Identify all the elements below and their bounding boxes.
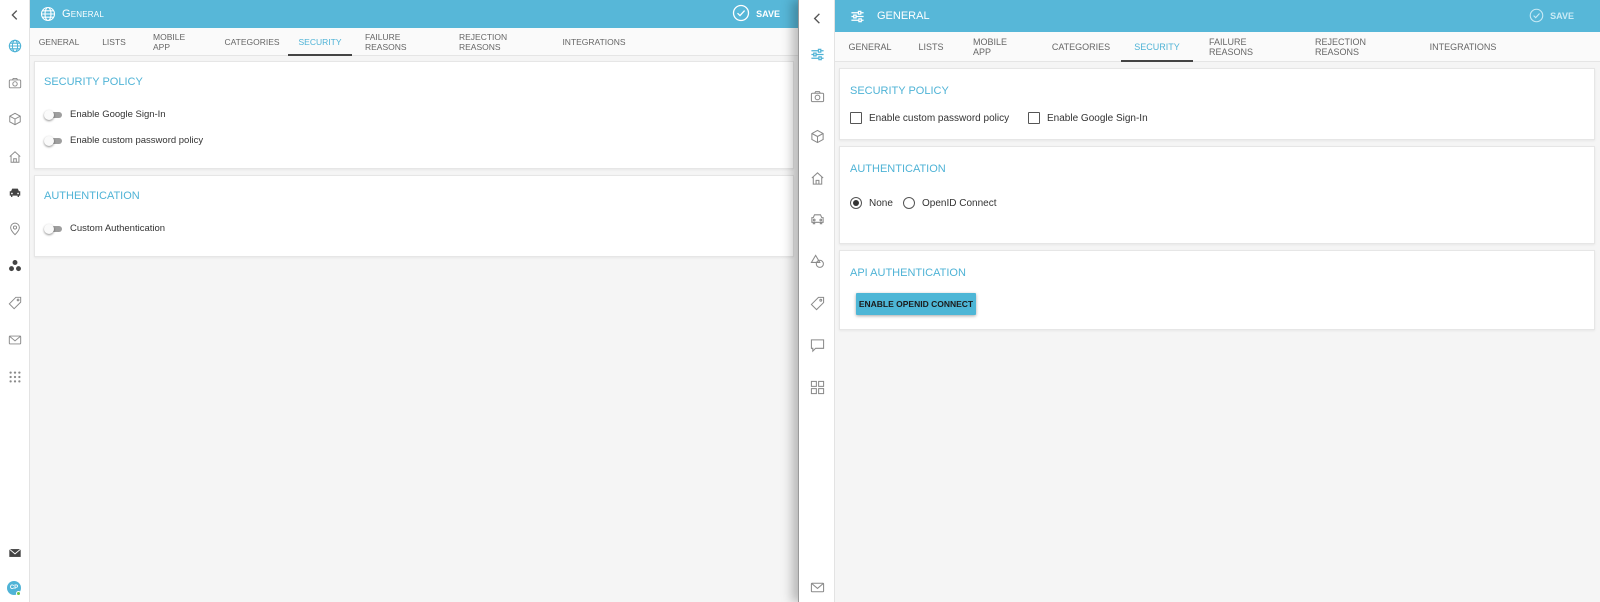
custom-password-label: Enable custom password policy — [70, 135, 204, 146]
tab-rejection-reasons[interactable]: Rejection Reasons — [446, 28, 552, 55]
tag-icon[interactable] — [0, 288, 30, 318]
custom-password-toggle-row[interactable]: Enable custom password policy — [44, 135, 203, 146]
globe-icon — [34, 6, 62, 22]
check-circle-icon — [732, 4, 750, 24]
auth-none-radio[interactable] — [850, 197, 862, 209]
custom-password-checkbox[interactable] — [850, 112, 862, 124]
home-icon[interactable] — [0, 142, 30, 172]
google-sign-in-label: Enable Google Sign-In — [70, 109, 166, 120]
auth-openid-radio-row[interactable]: OpenID Connect — [903, 197, 997, 209]
tab-rejection-reasons[interactable]: Rejection Reasons — [1299, 32, 1417, 61]
page-title: GENERAL — [877, 10, 930, 22]
left-sidebar: CP — [0, 0, 30, 602]
sliders-icon[interactable] — [799, 36, 835, 72]
custom-password-toggle[interactable] — [44, 135, 62, 146]
security-policy-title: Security Policy — [850, 85, 949, 97]
tab-security[interactable]: Security — [288, 28, 352, 56]
page-title: General — [62, 8, 104, 20]
back-chevron-icon[interactable] — [0, 0, 30, 30]
camera-icon[interactable] — [0, 68, 30, 98]
authentication-card: Authentication None OpenID Connect — [839, 146, 1595, 244]
custom-authentication-toggle[interactable] — [44, 223, 62, 234]
online-status-dot — [16, 591, 21, 596]
tab-mobile-app[interactable]: Mobile App — [140, 28, 216, 55]
custom-authentication-label: Custom Authentication — [70, 223, 166, 234]
right-tab-bar: General Lists Mobile App Categories Secu… — [835, 32, 1600, 62]
auth-openid-radio[interactable] — [903, 197, 915, 209]
api-authentication-card: API Authentication ENABLE OPENID CONNECT — [839, 250, 1595, 330]
left-tab-bar: General Lists Mobile App Categories Secu… — [30, 28, 798, 56]
authentication-title: Authentication — [850, 163, 946, 175]
auth-none-label: None — [869, 197, 893, 209]
location-pin-icon[interactable] — [0, 214, 30, 244]
right-header-bar: GENERAL SAVE — [835, 0, 1600, 32]
tag-icon[interactable] — [799, 285, 835, 321]
car-icon[interactable] — [799, 201, 835, 237]
tab-integrations[interactable]: Integrations — [552, 28, 636, 55]
security-policy-title: Security Policy — [44, 76, 143, 88]
mail-icon[interactable] — [0, 325, 30, 355]
tab-general[interactable]: General — [30, 28, 88, 55]
components-icon[interactable] — [0, 251, 30, 281]
back-chevron-icon[interactable] — [799, 0, 835, 36]
security-policy-card: Security Policy Enable Google Sign-In En… — [34, 61, 794, 169]
google-sign-in-checkbox-row[interactable]: Enable Google Sign-In — [1028, 112, 1148, 124]
tab-lists[interactable]: Lists — [88, 28, 140, 55]
tab-failure-reasons[interactable]: Failure Reasons — [352, 28, 446, 55]
google-sign-in-label: Enable Google Sign-In — [1047, 112, 1148, 124]
right-sidebar — [799, 0, 835, 602]
tab-integrations[interactable]: Integrations — [1417, 32, 1509, 61]
check-circle-icon — [1529, 8, 1544, 25]
dashboard-grid-icon[interactable] — [799, 369, 835, 405]
authentication-card: Authentication Custom Authentication — [34, 175, 794, 257]
car-icon[interactable] — [0, 178, 30, 208]
api-authentication-title: API Authentication — [850, 267, 966, 279]
custom-password-checkbox-row[interactable]: Enable custom password policy — [850, 112, 1009, 124]
chat-bubble-icon[interactable] — [799, 327, 835, 363]
right-settings-window: GENERAL SAVE General Lists Mobile App Ca… — [798, 0, 1600, 602]
left-header-bar: General SAVE — [30, 0, 798, 28]
custom-authentication-toggle-row[interactable]: Custom Authentication — [44, 223, 165, 234]
save-button-disabled[interactable]: SAVE — [1529, 5, 1574, 27]
sliders-icon — [841, 9, 873, 24]
enable-openid-connect-button[interactable]: ENABLE OPENID CONNECT — [856, 293, 976, 315]
tab-failure-reasons[interactable]: Failure Reasons — [1193, 32, 1299, 61]
save-label: SAVE — [756, 9, 780, 19]
left-settings-window: CP General SAVE General Lists Mobile App… — [0, 0, 798, 602]
google-sign-in-toggle-row[interactable]: Enable Google Sign-In — [44, 109, 166, 120]
tab-categories[interactable]: Categories — [216, 28, 288, 55]
mail-icon[interactable] — [799, 569, 835, 602]
authentication-title: Authentication — [44, 190, 140, 202]
tab-lists[interactable]: Lists — [905, 32, 957, 61]
google-sign-in-toggle[interactable] — [44, 109, 62, 120]
tab-general[interactable]: General — [835, 32, 905, 61]
cube-icon[interactable] — [799, 118, 835, 154]
custom-password-label: Enable custom password policy — [869, 112, 1010, 124]
tab-categories[interactable]: Categories — [1041, 32, 1121, 61]
tab-mobile-app[interactable]: Mobile App — [957, 32, 1041, 61]
save-button[interactable]: SAVE — [732, 3, 780, 25]
messages-icon[interactable] — [0, 538, 30, 568]
camera-icon[interactable] — [799, 78, 835, 114]
auth-none-radio-row[interactable]: None — [850, 197, 893, 209]
apps-grid-icon[interactable] — [0, 362, 30, 392]
home-icon[interactable] — [799, 160, 835, 196]
security-policy-card: Security Policy Enable custom password p… — [839, 68, 1595, 140]
tab-security[interactable]: Security — [1121, 32, 1193, 62]
google-sign-in-checkbox[interactable] — [1028, 112, 1040, 124]
globe-icon[interactable] — [0, 31, 30, 61]
shapes-icon[interactable] — [799, 243, 835, 279]
cube-icon[interactable] — [0, 104, 30, 134]
auth-openid-label: OpenID Connect — [922, 197, 997, 209]
save-label: SAVE — [1550, 11, 1574, 21]
